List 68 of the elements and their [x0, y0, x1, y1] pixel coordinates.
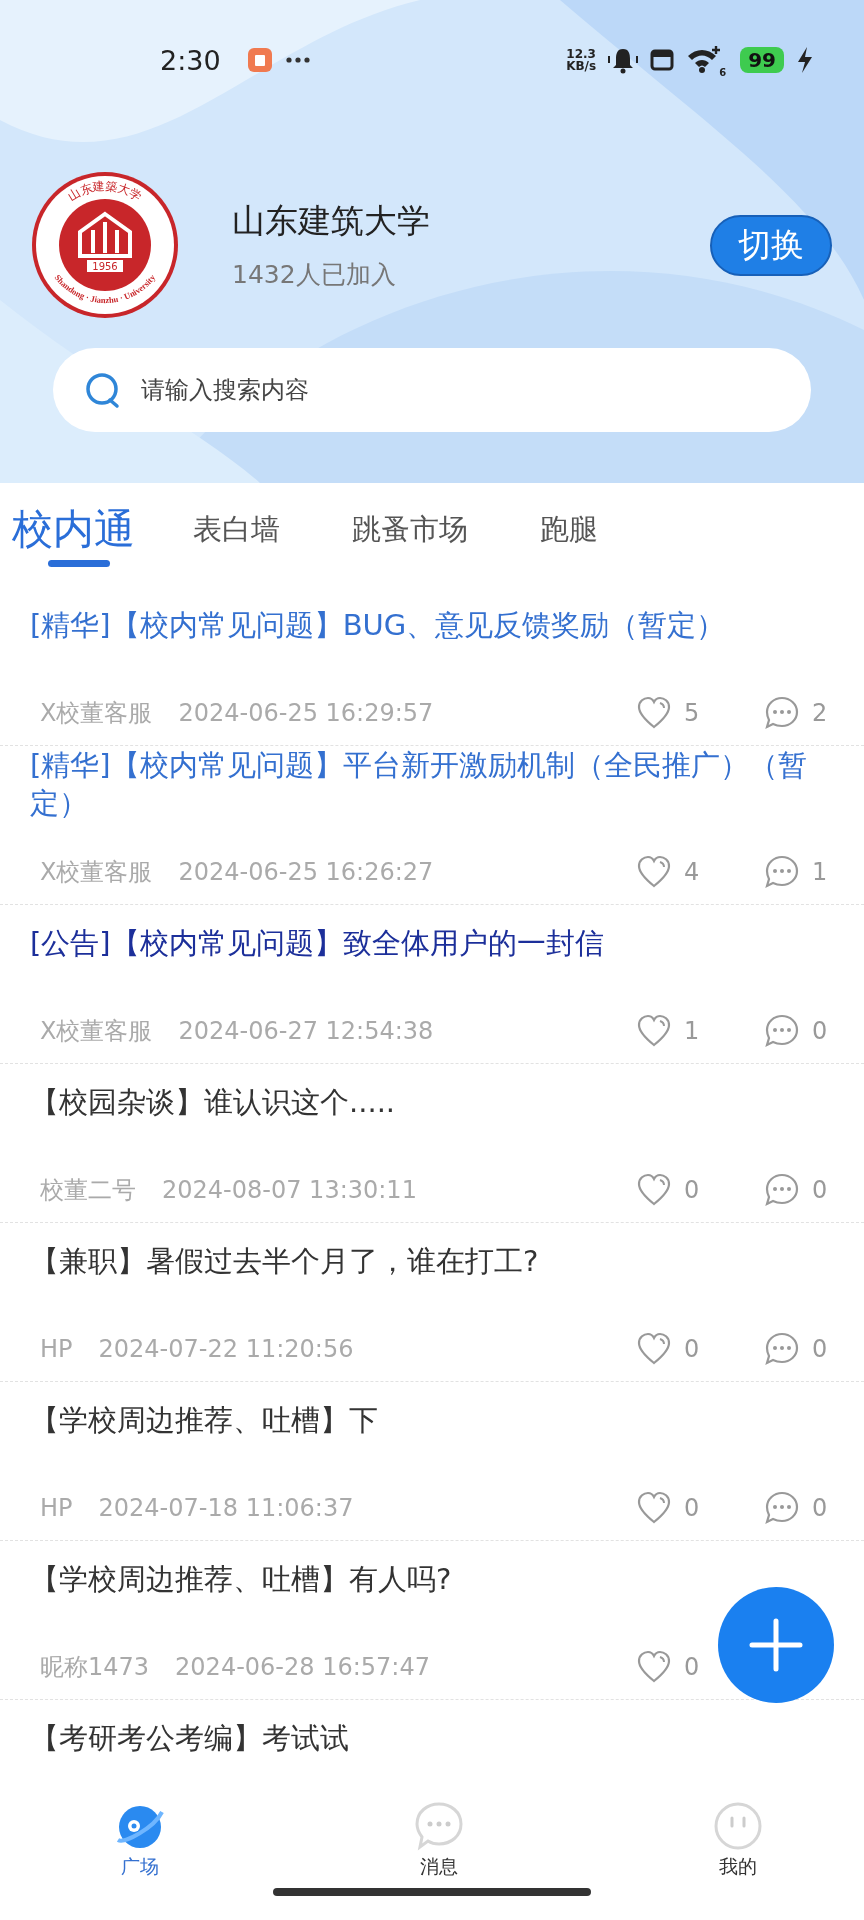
charging-icon	[796, 46, 814, 74]
heart-icon[interactable]	[636, 695, 672, 731]
bell-icon	[608, 46, 639, 74]
like-count: 4	[684, 858, 700, 886]
heart-icon[interactable]	[636, 1331, 672, 1367]
post-title[interactable]: 【考研考公考编】考试试	[30, 1719, 349, 1757]
post-title[interactable]: [精华]【校内常见问题】平台新开激励机制（全民推广）（暂定）	[30, 746, 836, 822]
wifi-standard: 6	[719, 67, 727, 78]
tab[interactable]: 跑腿	[524, 503, 614, 567]
window-icon	[650, 49, 675, 71]
like-count: 5	[684, 699, 700, 727]
post-author: X校董客服	[40, 698, 153, 729]
more-icon	[284, 56, 311, 64]
post-time: 2024-07-22 11:20:56	[98, 1335, 354, 1363]
tab[interactable]: 跳蚤市场	[336, 503, 484, 567]
tab[interactable]: 校内通	[10, 503, 137, 567]
post-time: 2024-06-28 16:57:47	[175, 1653, 430, 1681]
comment-icon[interactable]	[764, 695, 800, 731]
comment-icon[interactable]	[764, 1172, 800, 1208]
post-time: 2024-08-07 13:30:11	[162, 1176, 417, 1204]
heart-icon[interactable]	[636, 1490, 672, 1526]
post-title[interactable]: 【校园杂谈】谁认识这个.....	[30, 1083, 396, 1121]
heart-icon[interactable]	[636, 854, 672, 890]
like-count: 0	[684, 1494, 700, 1522]
post-author: X校董客服	[40, 857, 153, 888]
chat-bubble-icon	[413, 1800, 465, 1852]
heart-icon[interactable]	[636, 1172, 672, 1208]
face-outline-icon	[712, 1800, 764, 1852]
search-field[interactable]: 请输入搜索内容	[53, 348, 811, 432]
nav-tab[interactable]: 消息	[413, 1800, 465, 1880]
post-time: 2024-07-18 11:06:37	[98, 1494, 354, 1522]
school-name: 山东建筑大学	[232, 200, 431, 242]
post-time: 2024-06-25 16:29:57	[178, 699, 434, 727]
comment-icon[interactable]	[764, 1490, 800, 1526]
post-title[interactable]: 【兼职】暑假过去半个月了，谁在打工?	[30, 1242, 539, 1280]
post-author: 校董二号	[40, 1175, 136, 1206]
comment-count: 0	[812, 1176, 828, 1204]
like-count: 1	[684, 1017, 700, 1045]
post-title[interactable]: 【学校周边推荐、吐槽】有人吗?	[30, 1560, 452, 1598]
heart-icon[interactable]	[636, 1013, 672, 1049]
comment-icon[interactable]	[764, 854, 800, 890]
member-count: 1432人已加入	[232, 259, 397, 291]
heart-icon[interactable]	[636, 1649, 672, 1685]
post-author: HP	[40, 1494, 73, 1522]
battery-level: 99	[740, 47, 784, 73]
post-author: 昵称1473	[40, 1652, 150, 1683]
nav-tab[interactable]: 广场	[114, 1800, 166, 1880]
post-title[interactable]: 【学校周边推荐、吐槽】下	[30, 1401, 378, 1439]
like-count: 0	[684, 1335, 700, 1363]
post-title[interactable]: [精华]【校内常见问题】BUG、意见反馈奖励（暂定）	[30, 606, 726, 644]
post-time: 2024-06-27 12:54:38	[178, 1017, 434, 1045]
post-title[interactable]: [公告]【校内常见问题】致全体用户的一封信	[30, 924, 604, 962]
comment-count: 2	[812, 699, 828, 727]
comment-count: 0	[812, 1335, 828, 1363]
comment-icon[interactable]	[764, 1013, 800, 1049]
comment-count: 0	[812, 1017, 828, 1045]
nav-tab[interactable]: 我的	[712, 1800, 764, 1880]
post-author: HP	[40, 1335, 73, 1363]
comment-count: 1	[812, 858, 828, 886]
post-time: 2024-06-25 16:26:27	[178, 858, 434, 886]
clock: 2:30	[160, 44, 221, 76]
network-speed: 12.3 KB/s	[566, 48, 597, 72]
post-author: X校董客服	[40, 1016, 153, 1047]
like-count: 0	[684, 1176, 700, 1204]
comment-icon[interactable]	[764, 1331, 800, 1367]
comment-count: 0	[812, 1494, 828, 1522]
tab[interactable]: 表白墙	[177, 503, 296, 567]
like-count: 0	[684, 1653, 700, 1681]
